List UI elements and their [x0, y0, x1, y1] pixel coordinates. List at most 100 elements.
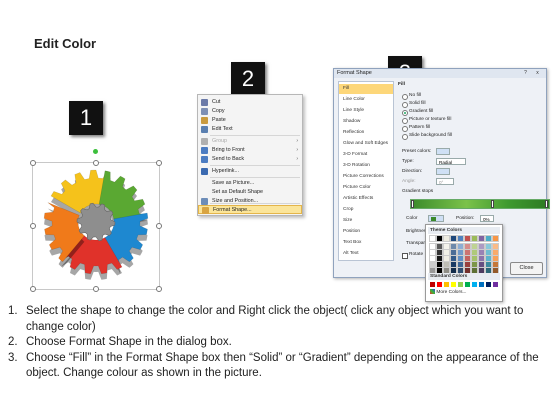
selection-handle[interactable] — [30, 160, 36, 166]
standard-color-swatch[interactable] — [465, 282, 470, 287]
theme-color-swatch[interactable] — [450, 255, 457, 262]
menu-item[interactable]: Cut — [198, 98, 302, 107]
fill-option-radio[interactable] — [402, 94, 408, 100]
fill-option-radio[interactable] — [402, 102, 408, 108]
nav-item[interactable]: Line Style — [339, 106, 393, 116]
standard-color-swatch[interactable] — [493, 282, 498, 287]
theme-color-swatch[interactable] — [457, 261, 464, 268]
standard-color-swatch[interactable] — [479, 282, 484, 287]
theme-color-swatch[interactable] — [464, 243, 471, 250]
nav-item[interactable]: Text Box — [339, 238, 393, 248]
theme-color-swatch[interactable] — [478, 255, 485, 262]
theme-color-swatch[interactable] — [443, 243, 450, 250]
rotation-handle[interactable] — [93, 149, 98, 154]
color-picker-button[interactable] — [428, 215, 444, 222]
theme-color-swatch[interactable] — [450, 243, 457, 250]
theme-color-swatch[interactable] — [443, 255, 450, 262]
theme-color-swatch[interactable] — [471, 235, 478, 242]
theme-color-swatch[interactable] — [471, 255, 478, 262]
preset-colors-dropdown[interactable] — [436, 148, 450, 155]
theme-color-swatch[interactable] — [436, 243, 443, 250]
selection-handle[interactable] — [30, 223, 36, 229]
menu-item[interactable]: Edit Text — [198, 125, 302, 134]
theme-color-swatch[interactable] — [464, 235, 471, 242]
standard-color-swatch[interactable] — [486, 282, 491, 287]
theme-color-swatch[interactable] — [478, 249, 485, 256]
nav-item[interactable]: Crop — [339, 205, 393, 215]
menu-item[interactable]: Format Shape... — [198, 205, 302, 214]
theme-color-swatch[interactable] — [450, 249, 457, 256]
theme-color-swatch[interactable] — [457, 235, 464, 242]
theme-color-swatch[interactable] — [457, 249, 464, 256]
nav-item[interactable]: Artistic Effects — [339, 194, 393, 204]
theme-color-swatch[interactable] — [443, 261, 450, 268]
nav-item[interactable]: Glow and Soft Edges — [339, 139, 393, 149]
gradient-stops-bar[interactable] — [410, 199, 550, 209]
rotate-checkbox[interactable] — [402, 253, 408, 259]
nav-item[interactable]: Shadow — [339, 117, 393, 127]
theme-color-swatch[interactable] — [436, 261, 443, 268]
nav-item[interactable]: Picture Corrections — [339, 172, 393, 182]
theme-color-swatch[interactable] — [492, 235, 499, 242]
theme-color-swatch[interactable] — [436, 249, 443, 256]
close-icon[interactable]: x — [534, 70, 541, 76]
nav-item[interactable]: Alt Text — [339, 249, 393, 259]
fill-option-radio[interactable] — [402, 126, 408, 132]
menu-item[interactable]: Group › — [198, 137, 302, 146]
theme-color-swatch[interactable] — [457, 243, 464, 250]
theme-color-swatch[interactable] — [471, 261, 478, 268]
standard-color-swatch[interactable] — [472, 282, 477, 287]
standard-color-swatch[interactable] — [444, 282, 449, 287]
theme-color-swatch[interactable] — [429, 235, 436, 242]
theme-color-swatch[interactable] — [492, 261, 499, 268]
fill-option-radio[interactable] — [402, 118, 408, 124]
theme-color-swatch[interactable] — [436, 255, 443, 262]
nav-item[interactable]: 3-D Rotation — [339, 161, 393, 171]
theme-color-swatch[interactable] — [478, 235, 485, 242]
theme-color-swatch[interactable] — [429, 261, 436, 268]
theme-color-swatch[interactable] — [443, 235, 450, 242]
fill-option-radio[interactable] — [402, 110, 408, 116]
type-dropdown[interactable]: Radial — [436, 158, 466, 165]
gear-cycle-graphic[interactable] — [40, 166, 152, 284]
nav-item[interactable]: 3-D Format — [339, 150, 393, 160]
menu-item[interactable]: Bring to Front › — [198, 146, 302, 155]
nav-item[interactable]: Line Color — [339, 95, 393, 105]
theme-color-swatch[interactable] — [485, 249, 492, 256]
direction-dropdown[interactable] — [436, 168, 450, 175]
theme-color-swatch[interactable] — [471, 249, 478, 256]
theme-color-swatch[interactable] — [485, 235, 492, 242]
standard-color-swatch[interactable] — [451, 282, 456, 287]
theme-color-swatch[interactable] — [457, 255, 464, 262]
selection-handle[interactable] — [93, 286, 99, 292]
theme-color-swatch[interactable] — [485, 261, 492, 268]
theme-color-swatch[interactable] — [450, 261, 457, 268]
theme-color-swatch[interactable] — [485, 243, 492, 250]
theme-color-swatch[interactable] — [429, 249, 436, 256]
theme-color-swatch[interactable] — [429, 243, 436, 250]
menu-item[interactable]: Paste — [198, 116, 302, 125]
theme-color-swatch[interactable] — [478, 243, 485, 250]
theme-color-swatch[interactable] — [436, 235, 443, 242]
gradient-stop-handle[interactable] — [545, 200, 548, 208]
theme-color-swatch[interactable] — [485, 255, 492, 262]
theme-color-swatch[interactable] — [464, 255, 471, 262]
fill-option-radio[interactable] — [402, 134, 408, 140]
selection-handle[interactable] — [156, 223, 162, 229]
theme-color-swatch[interactable] — [443, 249, 450, 256]
nav-item[interactable]: Size — [339, 216, 393, 226]
menu-item[interactable]: Set as Default Shape — [198, 188, 302, 197]
theme-color-swatch[interactable] — [471, 243, 478, 250]
selection-handle[interactable] — [30, 286, 36, 292]
theme-color-swatch[interactable] — [478, 261, 485, 268]
theme-color-swatch[interactable] — [492, 243, 499, 250]
menu-item[interactable]: Copy — [198, 107, 302, 116]
standard-color-swatch[interactable] — [437, 282, 442, 287]
help-button[interactable]: ? — [522, 70, 529, 76]
theme-color-swatch[interactable] — [464, 249, 471, 256]
menu-item[interactable]: Hyperlink... — [198, 167, 302, 176]
theme-color-swatch[interactable] — [492, 255, 499, 262]
selection-handle[interactable] — [156, 286, 162, 292]
menu-item[interactable]: Send to Back › — [198, 155, 302, 164]
theme-color-swatch[interactable] — [429, 255, 436, 262]
